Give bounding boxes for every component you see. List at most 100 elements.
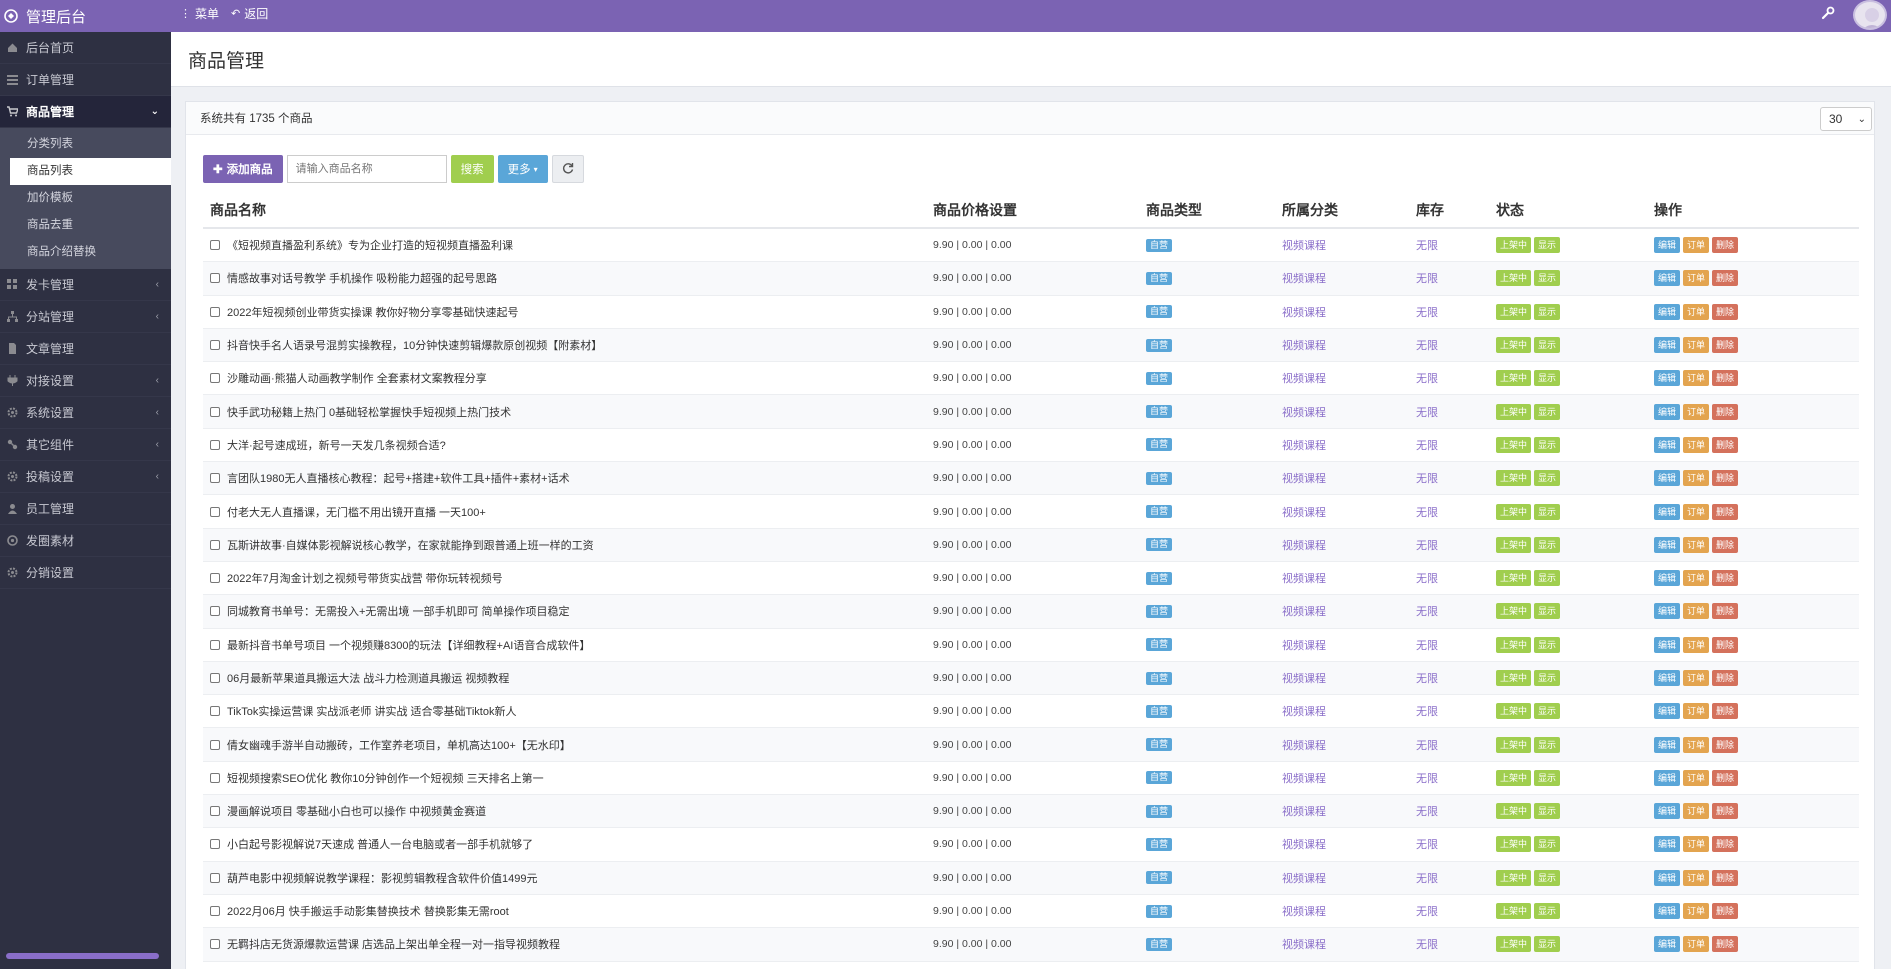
on-shelf-toggle[interactable]: 上架中 (1496, 636, 1532, 653)
on-shelf-toggle[interactable]: 上架中 (1496, 436, 1532, 453)
orders-button[interactable]: 订单 (1683, 769, 1710, 786)
wrench-icon[interactable] (1821, 6, 1837, 22)
row-checkbox[interactable] (210, 506, 220, 517)
orders-button[interactable]: 订单 (1683, 836, 1710, 853)
sidebar-item-staff[interactable]: 员工管理 (0, 493, 171, 525)
category-link[interactable]: 视频课程 (1282, 873, 1326, 885)
visibility-toggle[interactable]: 显示 (1534, 337, 1561, 354)
row-checkbox[interactable] (210, 839, 220, 850)
visibility-toggle[interactable]: 显示 (1534, 869, 1561, 886)
delete-button[interactable]: 删除 (1712, 470, 1739, 487)
delete-button[interactable]: 删除 (1712, 570, 1739, 587)
delete-button[interactable]: 删除 (1712, 337, 1739, 354)
category-link[interactable]: 视频课程 (1282, 706, 1326, 718)
edit-button[interactable]: 编辑 (1654, 670, 1681, 686)
delete-button[interactable]: 删除 (1712, 670, 1739, 686)
delete-button[interactable]: 删除 (1712, 769, 1739, 786)
orders-button[interactable]: 订单 (1683, 470, 1710, 487)
sidebar-item-system[interactable]: 系统设置 ‹ (0, 397, 171, 429)
edit-button[interactable]: 编辑 (1654, 270, 1681, 287)
edit-button[interactable]: 编辑 (1654, 503, 1681, 520)
delete-button[interactable]: 删除 (1712, 803, 1739, 820)
orders-button[interactable]: 订单 (1683, 803, 1710, 820)
on-shelf-toggle[interactable]: 上架中 (1496, 869, 1532, 886)
search-button[interactable]: 搜索 (450, 155, 494, 183)
category-link[interactable]: 视频课程 (1282, 640, 1326, 652)
delete-button[interactable]: 删除 (1712, 370, 1739, 387)
on-shelf-toggle[interactable]: 上架中 (1496, 603, 1532, 620)
on-shelf-toggle[interactable]: 上架中 (1496, 337, 1532, 354)
submenu-item-intro-replace[interactable]: 商品介绍替换 (0, 239, 171, 266)
visibility-toggle[interactable]: 显示 (1534, 836, 1561, 853)
delete-button[interactable]: 删除 (1712, 869, 1739, 886)
visibility-toggle[interactable]: 显示 (1534, 570, 1561, 587)
category-link[interactable]: 视频课程 (1282, 440, 1326, 452)
edit-button[interactable]: 编辑 (1654, 836, 1681, 853)
on-shelf-toggle[interactable]: 上架中 (1496, 503, 1532, 520)
submenu-item-product-list[interactable]: 商品列表 (10, 158, 171, 185)
on-shelf-toggle[interactable]: 上架中 (1496, 303, 1532, 320)
visibility-toggle[interactable]: 显示 (1534, 803, 1561, 820)
submenu-item-category-list[interactable]: 分类列表 (0, 131, 171, 158)
orders-button[interactable]: 订单 (1683, 670, 1710, 686)
delete-button[interactable]: 删除 (1712, 636, 1739, 653)
category-link[interactable]: 视频课程 (1282, 340, 1326, 352)
edit-button[interactable]: 编辑 (1654, 769, 1681, 786)
delete-button[interactable]: 删除 (1712, 703, 1739, 720)
orders-button[interactable]: 订单 (1683, 903, 1710, 920)
orders-button[interactable]: 订单 (1683, 436, 1710, 453)
category-link[interactable]: 视频课程 (1282, 373, 1326, 385)
row-checkbox[interactable] (210, 706, 220, 717)
edit-button[interactable]: 编辑 (1654, 803, 1681, 820)
delete-button[interactable]: 删除 (1712, 603, 1739, 620)
visibility-toggle[interactable]: 显示 (1534, 936, 1561, 953)
edit-button[interactable]: 编辑 (1654, 436, 1681, 453)
orders-button[interactable]: 订单 (1683, 370, 1710, 387)
visibility-toggle[interactable]: 显示 (1534, 403, 1561, 420)
visibility-toggle[interactable]: 显示 (1534, 903, 1561, 920)
row-checkbox[interactable] (210, 606, 220, 617)
edit-button[interactable]: 编辑 (1654, 936, 1681, 953)
edit-button[interactable]: 编辑 (1654, 237, 1681, 254)
visibility-toggle[interactable]: 显示 (1534, 670, 1561, 686)
edit-button[interactable]: 编辑 (1654, 703, 1681, 720)
category-link[interactable]: 视频课程 (1282, 507, 1326, 519)
orders-button[interactable]: 订单 (1683, 869, 1710, 886)
row-checkbox[interactable] (210, 439, 220, 450)
visibility-toggle[interactable]: 显示 (1534, 436, 1561, 453)
submenu-item-markup-template[interactable]: 加价模板 (0, 185, 171, 212)
orders-button[interactable]: 订单 (1683, 303, 1710, 320)
visibility-toggle[interactable]: 显示 (1534, 503, 1561, 520)
sidebar-item-distribution[interactable]: 分销设置 (0, 557, 171, 589)
sidebar-item-substations[interactable]: 分站管理 ‹ (0, 301, 171, 333)
delete-button[interactable]: 删除 (1712, 936, 1739, 953)
sidebar-item-submission[interactable]: 投稿设置 ‹ (0, 461, 171, 493)
add-product-button[interactable]: ✚ 添加商品 (203, 155, 283, 183)
category-link[interactable]: 视频课程 (1282, 540, 1326, 552)
on-shelf-toggle[interactable]: 上架中 (1496, 470, 1532, 487)
visibility-toggle[interactable]: 显示 (1534, 470, 1561, 487)
visibility-toggle[interactable]: 显示 (1534, 370, 1561, 387)
visibility-toggle[interactable]: 显示 (1534, 703, 1561, 720)
on-shelf-toggle[interactable]: 上架中 (1496, 403, 1532, 420)
delete-button[interactable]: 删除 (1712, 836, 1739, 853)
delete-button[interactable]: 删除 (1712, 536, 1739, 553)
orders-button[interactable]: 订单 (1683, 603, 1710, 620)
sidebar-item-home[interactable]: 后台首页 (0, 32, 171, 64)
on-shelf-toggle[interactable]: 上架中 (1496, 903, 1532, 920)
search-input[interactable] (286, 155, 447, 183)
edit-button[interactable]: 编辑 (1654, 636, 1681, 653)
on-shelf-toggle[interactable]: 上架中 (1496, 836, 1532, 853)
edit-button[interactable]: 编辑 (1654, 869, 1681, 886)
category-link[interactable]: 视频课程 (1282, 307, 1326, 319)
on-shelf-toggle[interactable]: 上架中 (1496, 370, 1532, 387)
edit-button[interactable]: 编辑 (1654, 337, 1681, 354)
avatar[interactable] (1853, 0, 1887, 30)
row-checkbox[interactable] (210, 406, 220, 417)
on-shelf-toggle[interactable]: 上架中 (1496, 803, 1532, 820)
delete-button[interactable]: 删除 (1712, 436, 1739, 453)
sidebar-item-docking[interactable]: 对接设置 ‹ (0, 365, 171, 397)
on-shelf-toggle[interactable]: 上架中 (1496, 270, 1532, 287)
on-shelf-toggle[interactable]: 上架中 (1496, 736, 1532, 753)
orders-button[interactable]: 订单 (1683, 403, 1710, 420)
